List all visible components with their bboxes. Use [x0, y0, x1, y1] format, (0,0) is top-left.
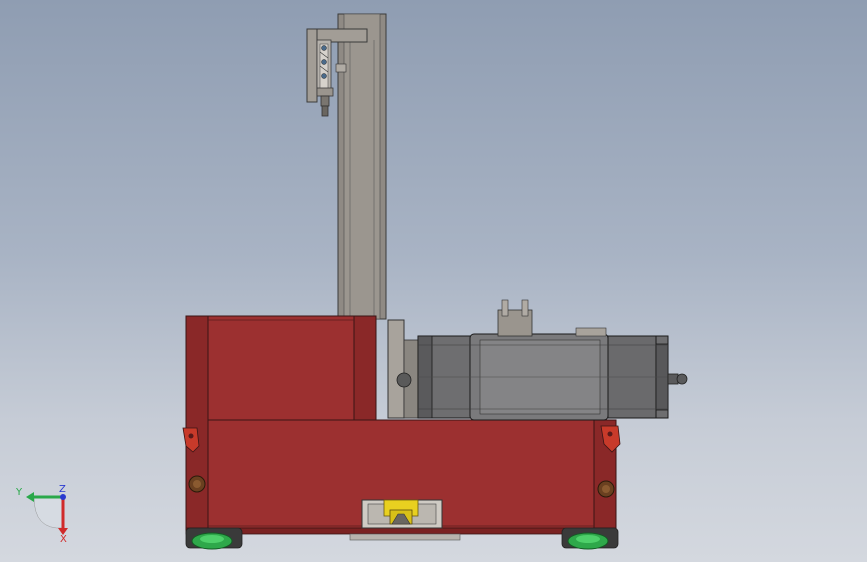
- rear-bolt: [597, 480, 615, 498]
- rear-wheel: [561, 527, 619, 550]
- vertical-column: [337, 13, 387, 320]
- triad-x-label: X: [60, 534, 67, 545]
- cad-viewport[interactable]: Y Z X: [0, 0, 867, 562]
- triad-z-label: Z: [59, 484, 66, 495]
- triad-y-label: Y: [15, 487, 23, 498]
- limit-switch: [361, 499, 443, 529]
- front-bolt: [188, 475, 206, 493]
- assembly-drawing: Y Z X: [15, 13, 688, 550]
- front-wheel: [185, 527, 243, 550]
- front-latch: [182, 427, 200, 453]
- drive-motor: [387, 299, 688, 421]
- coordinate-triad: Y Z X: [15, 484, 68, 545]
